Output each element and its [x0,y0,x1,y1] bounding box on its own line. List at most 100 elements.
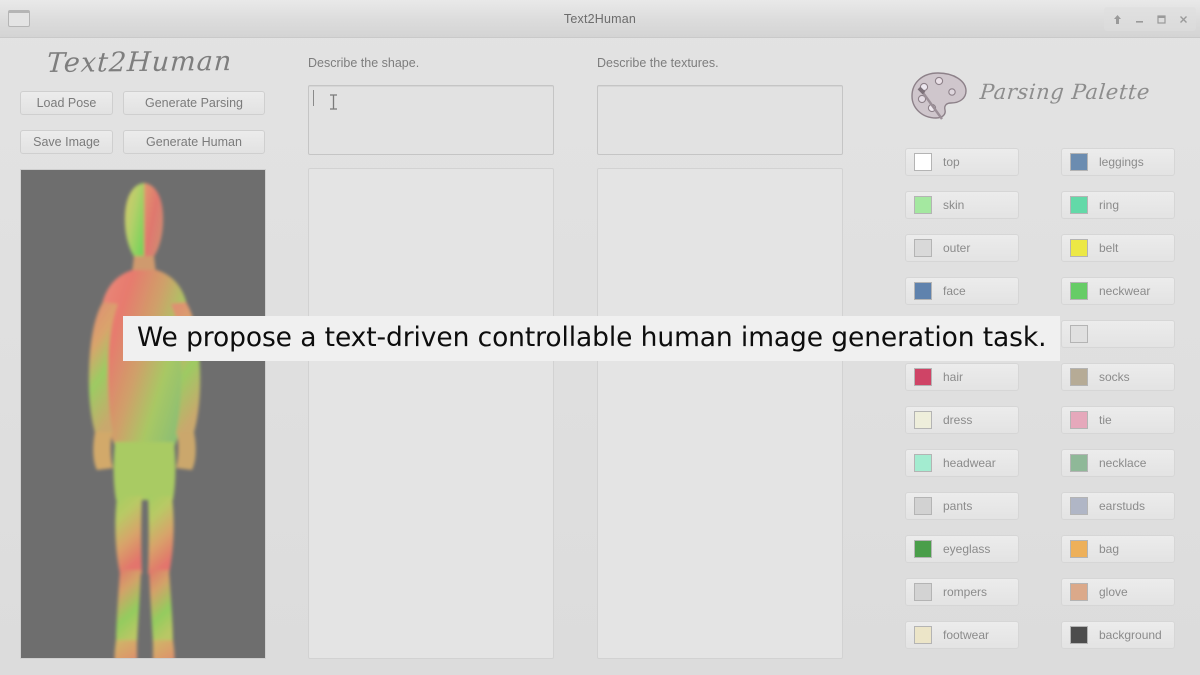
maximize-icon[interactable] [1151,9,1171,29]
save-image-button[interactable]: Save Image [20,130,113,154]
palette-swatch-icon [1070,153,1088,171]
palette-item-rompers[interactable]: rompers [905,578,1019,606]
palette-item-bag[interactable]: bag [1061,535,1175,563]
palette-swatch-icon [914,368,932,386]
palette-item-label: top [943,155,960,169]
shape-result-panel[interactable] [308,168,554,659]
palette-swatch-icon [1070,196,1088,214]
palette-item-outer[interactable]: outer [905,234,1019,262]
palette-swatch-icon [914,282,932,300]
generate-human-button[interactable]: Generate Human [123,130,265,154]
palette-row: dress tie [905,406,1195,434]
palette-item-label: belt [1099,241,1119,255]
minimize-icon[interactable] [1129,9,1149,29]
palette-swatch-icon [914,497,932,515]
palette-item-neckwear[interactable]: neckwear [1061,277,1175,305]
palette-item-label: pants [943,499,973,513]
palette-item-label: eyeglass [943,542,991,556]
window-controls [1104,7,1196,31]
palette-row: outer belt [905,234,1195,262]
palette-item-top[interactable]: top [905,148,1019,176]
palette-item-socks[interactable]: socks [1061,363,1175,391]
palette-item-eyeglass[interactable]: eyeglass [905,535,1019,563]
palette-swatch-icon [1070,454,1088,472]
close-icon[interactable] [1173,9,1193,29]
palette-row: skin ring [905,191,1195,219]
palette-swatch-icon [1070,282,1088,300]
palette-item-label: bag [1099,542,1120,556]
textures-result-panel[interactable] [597,168,843,659]
i-beam-cursor-icon [329,94,338,110]
palette-item-belt[interactable]: belt [1061,234,1175,262]
palette-swatch-icon [914,239,932,257]
palette-item-footwear[interactable]: footwear [905,621,1019,649]
palette-item-tie[interactable]: tie [1061,406,1175,434]
palette-item-face[interactable]: face [905,277,1019,305]
title-bar: Text2Human [0,0,1200,38]
shape-section-label: Describe the shape. [308,56,420,70]
palette-item-label: leggings [1099,155,1144,169]
palette-item-label: ring [1099,198,1120,212]
palette-item-leggings[interactable]: leggings [1061,148,1175,176]
palette-swatch-icon [1070,411,1088,429]
palette-item-label: outer [943,241,971,255]
palette-item-label: footwear [943,628,990,642]
palette-row: rompers glove [905,578,1195,606]
palette-item-label: necklace [1099,456,1147,470]
palette-item-label: tie [1099,413,1112,427]
window-title: Text2Human [563,12,637,26]
palette-item-dress[interactable]: dress [905,406,1019,434]
palette-swatch-icon [1070,325,1088,343]
app-brand-title: Text2Human [46,46,234,79]
palette-swatch-icon [1070,540,1088,558]
palette-item-label: rompers [943,585,988,599]
palette-swatch-icon [914,583,932,601]
shape-input[interactable] [308,85,554,155]
palette-item-background[interactable]: background [1061,621,1175,649]
generate-parsing-button[interactable]: Generate Parsing [123,91,265,115]
palette-row: headwear necklace [905,449,1195,477]
textures-section-label: Describe the textures. [597,56,719,70]
palette-swatch-icon [1070,583,1088,601]
palette-swatch-icon [914,196,932,214]
palette-swatch-icon [914,411,932,429]
palette-row: eyeglass bag [905,535,1195,563]
palette-item-headwear[interactable]: headwear [905,449,1019,477]
palette-row: pants earstuds [905,492,1195,520]
palette-row: hair socks [905,363,1195,391]
palette-swatch-icon [1070,497,1088,515]
palette-item-ring[interactable]: ring [1061,191,1175,219]
palette-item[interactable] [1061,320,1175,348]
palette-item-label: glove [1099,585,1128,599]
textures-input[interactable] [597,85,843,155]
palette-item-skin[interactable]: skin [905,191,1019,219]
palette-swatch-icon [914,454,932,472]
palette-item-earstuds[interactable]: earstuds [1061,492,1175,520]
parsing-palette-grid: top leggings skin ring outer belt face neckwear… [905,148,1195,664]
palette-item-label: face [943,284,966,298]
parsing-palette-title: Parsing Palette [978,80,1152,104]
palette-swatch-icon [1070,368,1088,386]
palette-item-label: neckwear [1099,284,1151,298]
palette-row: top leggings [905,148,1195,176]
palette-item-pants[interactable]: pants [905,492,1019,520]
palette-swatch-icon [1070,626,1088,644]
app-window: Text2Human Text2Human Load Pose Generate… [0,0,1200,675]
palette-icon [908,70,972,127]
caption-overlay: We propose a text-driven controllable hu… [123,316,1061,361]
palette-swatch-icon [1070,239,1088,257]
pose-densepose-preview[interactable] [20,169,266,659]
palette-item-necklace[interactable]: necklace [1061,449,1175,477]
palette-item-label: skin [943,198,965,212]
palette-item-hair[interactable]: hair [905,363,1019,391]
pin-icon[interactable] [1107,9,1127,29]
palette-item-glove[interactable]: glove [1061,578,1175,606]
palette-swatch-icon [914,540,932,558]
parsing-palette-header: Parsing Palette [908,70,1188,122]
load-pose-button[interactable]: Load Pose [20,91,113,115]
palette-item-label: earstuds [1099,499,1146,513]
palette-item-label: hair [943,370,964,384]
palette-row: footwear background [905,621,1195,649]
palette-item-label: dress [943,413,973,427]
palette-item-label: socks [1099,370,1130,384]
